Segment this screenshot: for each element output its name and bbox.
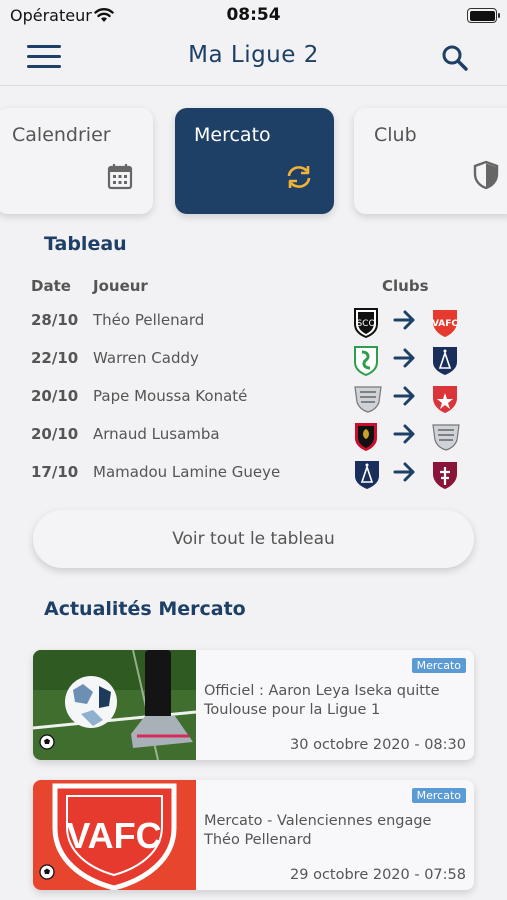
arrow-right-icon [393,309,417,335]
angers-crest: SCO [352,306,380,342]
shield-icon [473,160,499,194]
vafc-logo: VAFC [33,780,196,890]
news-card[interactable]: VAFC Mercato Mercato - Valenciennes enga… [33,780,474,890]
vafc-logo-text: VAFC [66,815,161,856]
table-row[interactable]: 20/10 Pape Moussa Konaté [0,378,507,416]
paris-fc-crest [352,458,382,494]
category-tag: Mercato [411,788,466,803]
arrow-right-icon [393,461,417,487]
category-tag: Mercato [411,658,466,673]
red-star-crest [352,344,380,380]
battery-icon [467,8,500,23]
news-date: 29 octobre 2020 - 07:58 [290,867,466,883]
arrow-right-icon [393,385,417,411]
paris-fc-crest [430,344,460,380]
soccer-ball-icon [39,864,55,884]
table-row[interactable]: 17/10 Mamadou Lamine Gueye [0,454,507,492]
table-row[interactable]: 28/10 Théo Pellenard SCO VAFC [0,302,507,340]
player-name: Mamadou Lamine Gueye [93,463,281,481]
player-name: Arnaud Lusamba [93,425,220,443]
page-title: Ma Ligue 2 [188,42,319,68]
valenciennes-crest: VAFC [430,306,460,342]
amiens-crest [352,382,384,418]
column-header-player: Joueur [93,277,148,295]
tab-club[interactable]: Club [354,108,507,214]
player-name: Théo Pellenard [93,311,205,329]
calendar-icon [107,162,133,194]
arrow-right-icon [393,347,417,373]
transfers-section-title: Tableau [44,233,127,255]
player-name: Pape Moussa Konaté [93,387,248,405]
transfer-date: 20/10 [31,425,79,443]
tab-calendrier-label: Calendrier [12,124,111,146]
metz-crest [430,458,460,494]
clock: 08:54 [226,5,281,25]
news-section-title: Actualités Mercato [44,598,246,620]
transfer-date: 22/10 [31,349,79,367]
news-headline: Officiel : Aaron Leya Iseka quitte Toulo… [204,683,440,718]
transfer-date: 20/10 [31,387,79,405]
player-name: Warren Caddy [93,349,199,367]
navigation-bar: Ma Ligue 2 [0,32,507,86]
status-bar: Opérateur 08:54 [0,0,507,32]
tab-calendrier[interactable]: Calendrier [0,108,153,214]
dijon-crest [430,382,460,418]
svg-text:SCO: SCO [356,319,375,329]
tab-mercato[interactable]: Mercato [175,108,334,214]
soccer-ball-icon [39,734,55,754]
tab-club-label: Club [374,124,417,146]
amiens-crest [430,420,462,456]
refresh-icon [284,164,314,194]
news-card[interactable]: Mercato Officiel : Aaron Leya Iseka quit… [33,650,474,760]
arrow-right-icon [393,423,417,449]
news-headline: Mercato - Valenciennes engage Théo Pelle… [204,813,432,848]
transfer-date: 28/10 [31,311,79,329]
search-icon[interactable] [440,43,470,73]
svg-text:VAFC: VAFC [432,319,458,329]
table-row[interactable]: 22/10 Warren Caddy [0,340,507,378]
transfer-date: 17/10 [31,463,79,481]
see-all-table-button[interactable]: Voir tout le tableau [33,510,474,568]
football-photo [33,650,196,760]
nice-crest [352,420,380,456]
tab-mercato-label: Mercato [194,124,271,146]
table-row[interactable]: 20/10 Arnaud Lusamba [0,416,507,454]
news-date: 30 octobre 2020 - 08:30 [290,737,466,753]
column-header-clubs: Clubs [382,277,429,295]
column-header-date: Date [31,277,71,295]
